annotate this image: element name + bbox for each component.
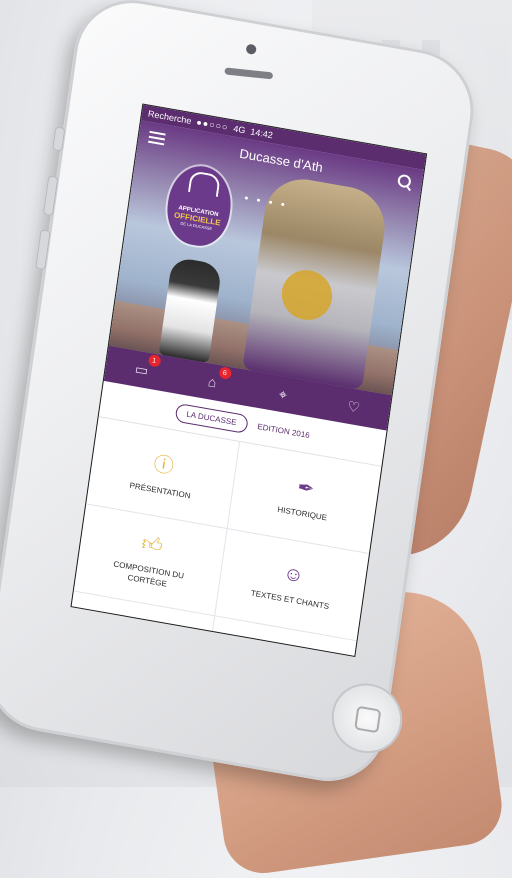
shop-button[interactable]: ⌂ 6 bbox=[201, 366, 232, 393]
grid-item-label: HISTORIQUE bbox=[276, 504, 328, 523]
bag-count-badge: 6 bbox=[218, 366, 232, 380]
map-button[interactable]: ⌖ bbox=[272, 383, 295, 406]
favorites-button[interactable]: ♡ bbox=[342, 395, 365, 418]
chat-bubble-icon: ▭ bbox=[134, 359, 150, 378]
info-icon: ⓘ bbox=[152, 453, 176, 479]
grid-item-label: TEXTES ET CHANTS bbox=[250, 588, 330, 612]
horse-logo-icon bbox=[187, 170, 221, 198]
shopping-bag-icon: ⌂ bbox=[207, 373, 218, 391]
news-button[interactable]: ▭ 1 bbox=[130, 353, 161, 381]
earpiece-speaker bbox=[224, 67, 274, 80]
clock: 14:42 bbox=[249, 126, 274, 141]
heart-icon: ♡ bbox=[346, 397, 362, 416]
tab-edition-2016[interactable]: EDITION 2016 bbox=[257, 422, 311, 440]
grid-item-label: COMPOSITION DU CORTÈGE bbox=[112, 559, 185, 589]
golden-emblem bbox=[278, 266, 336, 324]
location-pin-icon: ⌖ bbox=[278, 385, 289, 403]
tab-la-ducasse[interactable]: LA DUCASSE bbox=[174, 402, 249, 434]
theater-masks-icon: ☺ bbox=[281, 562, 306, 588]
quill-icon: ✒ bbox=[295, 476, 316, 501]
volume-up-button[interactable] bbox=[42, 175, 59, 217]
news-count-badge: 1 bbox=[147, 353, 161, 368]
front-camera bbox=[245, 43, 257, 56]
network-type: 4G bbox=[232, 123, 247, 136]
mute-switch[interactable] bbox=[52, 126, 66, 152]
app-title: Ducasse d'Ath bbox=[238, 145, 324, 175]
app-screen: Recherche ●●○○○ 4G 14:42 Ducasse d'Ath ●… bbox=[70, 103, 428, 658]
home-square-icon bbox=[354, 705, 382, 734]
official-app-logo: APPLICATION OFFICIELLE DE LA DUCASSE bbox=[162, 161, 236, 251]
grid-item-label: PRÉSENTATION bbox=[129, 480, 192, 501]
hamburger-menu-icon[interactable] bbox=[148, 130, 166, 146]
search-icon[interactable] bbox=[397, 174, 413, 190]
heart-icon: ♡ bbox=[127, 635, 149, 658]
volume-down-button[interactable] bbox=[35, 229, 51, 271]
thumbs-up-icon: 👍︎ bbox=[140, 532, 165, 558]
